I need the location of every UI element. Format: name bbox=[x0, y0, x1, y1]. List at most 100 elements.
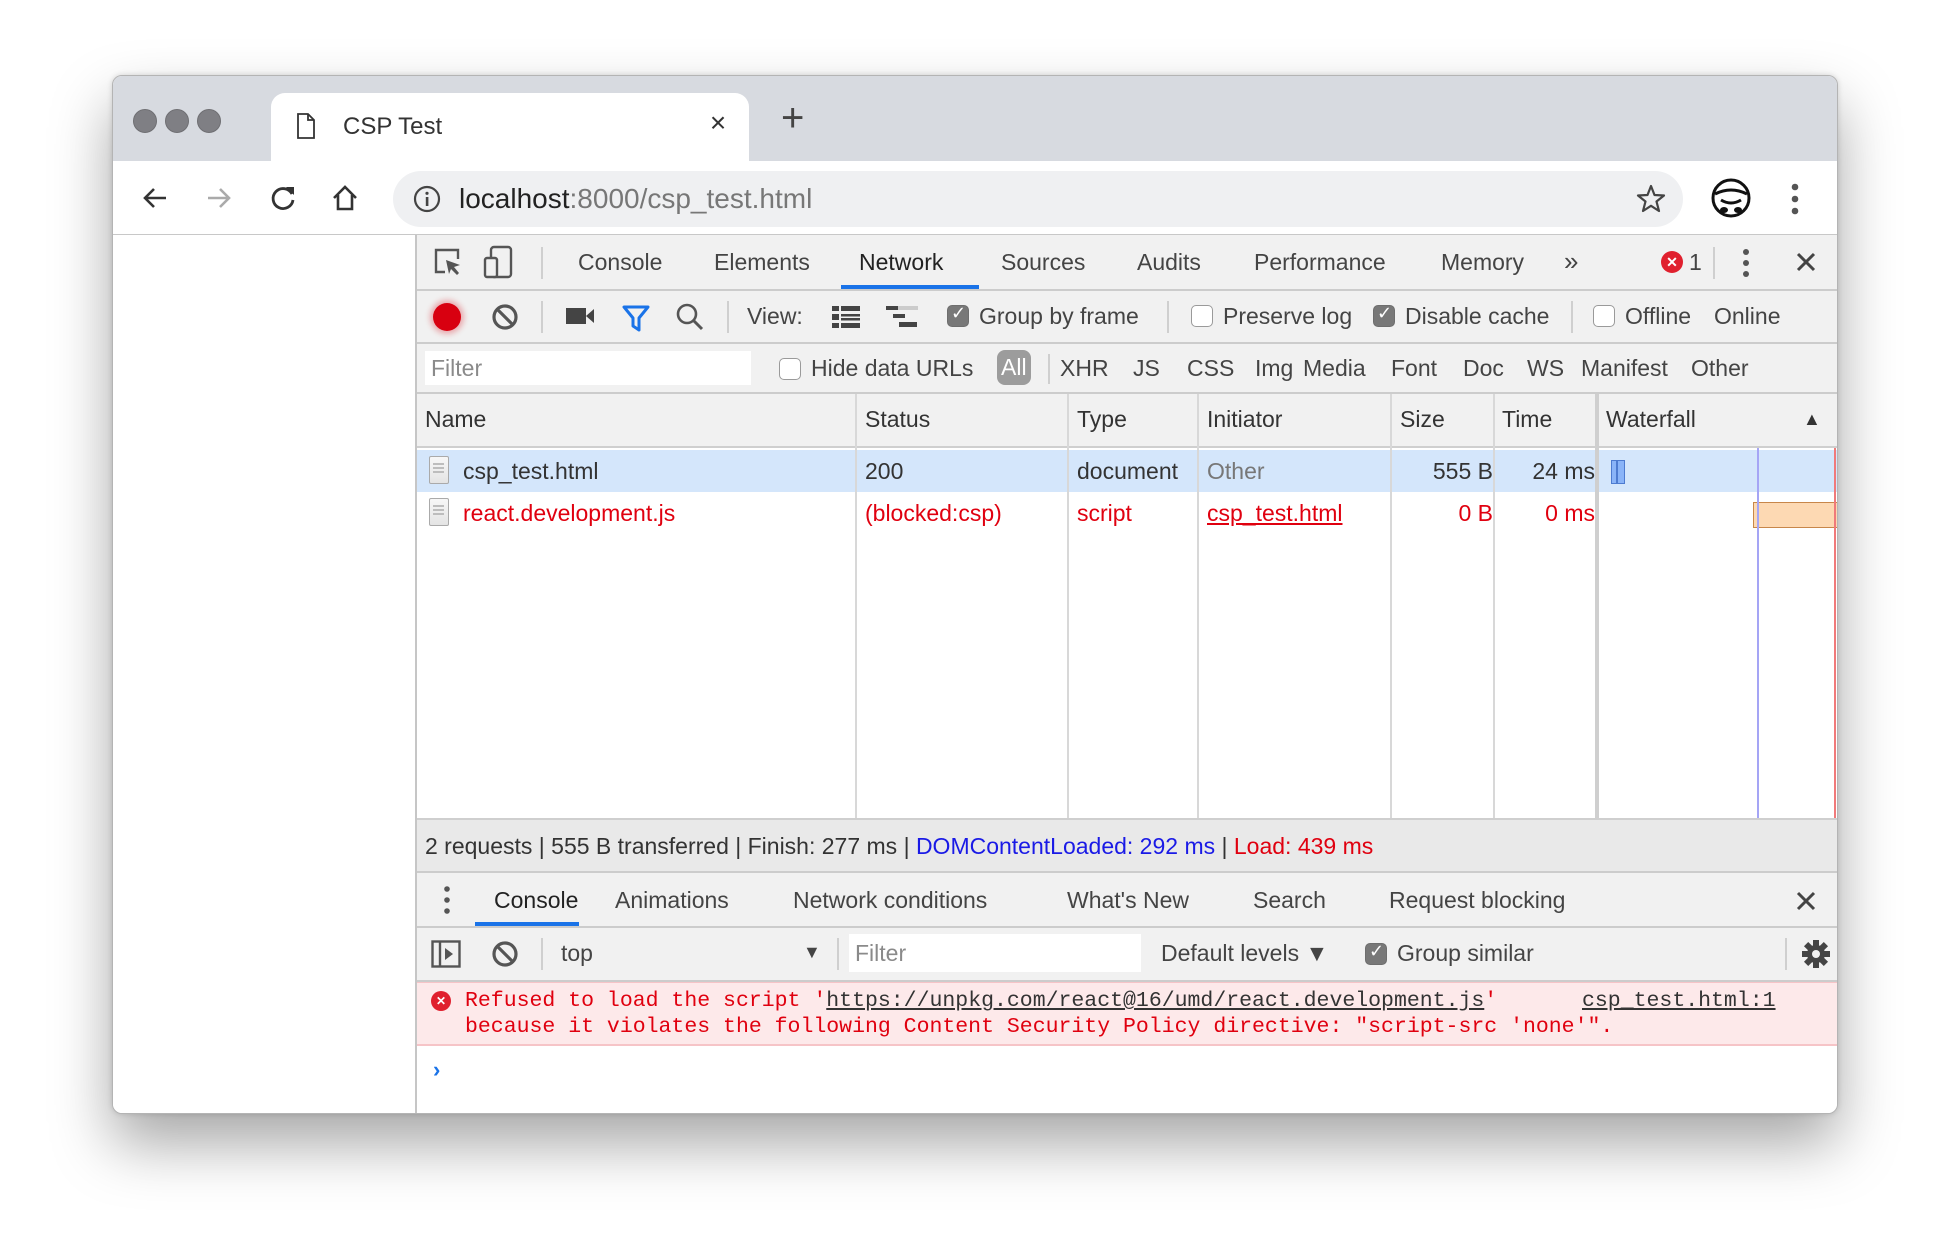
type-filter-all[interactable]: All bbox=[997, 350, 1031, 385]
drawer-tab-bar: Console Animations Network conditions Wh… bbox=[417, 873, 1837, 928]
type-filter-media[interactable]: Media bbox=[1303, 355, 1366, 382]
browser-tab[interactable]: CSP Test × bbox=[271, 93, 749, 163]
console-settings-icon[interactable] bbox=[1801, 939, 1831, 969]
blocked-script-url[interactable]: https://unpkg.com/react@16/umd/react.dev… bbox=[826, 989, 1484, 1013]
error-count-icon[interactable]: ✕ bbox=[1661, 251, 1683, 273]
table-row[interactable]: react.development.js (blocked:csp) scrip… bbox=[417, 492, 1837, 534]
minimize-window-button[interactable] bbox=[165, 109, 189, 133]
inspect-element-button[interactable] bbox=[433, 247, 463, 277]
column-header-waterfall[interactable]: Waterfall bbox=[1606, 406, 1696, 433]
column-header-type[interactable]: Type bbox=[1077, 406, 1127, 433]
column-header-time[interactable]: Time bbox=[1502, 406, 1552, 433]
info-icon[interactable] bbox=[413, 185, 441, 213]
view-label: View: bbox=[747, 303, 803, 329]
tab-performance[interactable]: Performance bbox=[1254, 249, 1386, 276]
log-levels-dropdown[interactable]: Default levels ▼ bbox=[1161, 940, 1328, 967]
offline-checkbox[interactable] bbox=[1593, 305, 1615, 327]
type-filter-doc[interactable]: Doc bbox=[1463, 355, 1504, 382]
error-source-link[interactable]: csp_test.html:1 bbox=[1582, 989, 1776, 1013]
drawer-tab-whats-new[interactable]: What's New bbox=[1067, 887, 1189, 914]
large-rows-icon[interactable] bbox=[831, 305, 861, 329]
drawer-tab-animations[interactable]: Animations bbox=[615, 887, 729, 914]
column-divider[interactable] bbox=[1390, 394, 1392, 818]
column-header-initiator[interactable]: Initiator bbox=[1207, 406, 1282, 433]
more-tabs-button[interactable]: » bbox=[1564, 246, 1578, 277]
separator bbox=[541, 247, 543, 279]
network-filter-input[interactable] bbox=[425, 351, 751, 385]
close-drawer-icon[interactable] bbox=[1795, 890, 1817, 912]
clear-icon[interactable] bbox=[491, 303, 519, 331]
drawer-tab-console[interactable]: Console bbox=[494, 887, 578, 914]
tab-console[interactable]: Console bbox=[578, 249, 662, 276]
drawer-menu-icon[interactable] bbox=[443, 885, 451, 915]
address-bar[interactable]: localhost:8000/csp_test.html bbox=[393, 171, 1683, 227]
close-devtools-icon[interactable] bbox=[1795, 251, 1817, 273]
type-filter-css[interactable]: CSS bbox=[1187, 355, 1234, 382]
tab-memory[interactable]: Memory bbox=[1441, 249, 1524, 276]
close-tab-icon[interactable]: × bbox=[703, 107, 733, 139]
request-name[interactable]: react.development.js bbox=[463, 500, 675, 527]
group-similar-checkbox[interactable] bbox=[1365, 941, 1387, 965]
incognito-icon[interactable] bbox=[1709, 178, 1753, 218]
filter-icon[interactable] bbox=[621, 303, 651, 333]
tab-audits[interactable]: Audits bbox=[1137, 249, 1201, 276]
column-divider[interactable] bbox=[1493, 394, 1495, 818]
disable-cache-checkbox[interactable] bbox=[1373, 303, 1395, 327]
type-filter-ws[interactable]: WS bbox=[1527, 355, 1564, 382]
offline-label: Offline bbox=[1625, 303, 1692, 329]
error-icon: ✕ bbox=[431, 991, 451, 1011]
context-dropdown-icon[interactable]: ▼ bbox=[803, 942, 821, 963]
table-row[interactable]: csp_test.html 200 document Other 555 B 2… bbox=[417, 450, 1837, 492]
maximize-window-button[interactable] bbox=[197, 109, 221, 133]
back-button[interactable] bbox=[135, 178, 175, 218]
column-divider[interactable] bbox=[1067, 394, 1069, 818]
error-count[interactable]: 1 bbox=[1689, 249, 1702, 276]
drawer-tab-search[interactable]: Search bbox=[1253, 887, 1326, 914]
throttling-select[interactable]: Online bbox=[1714, 303, 1780, 330]
type-filter-img[interactable]: Img bbox=[1255, 355, 1293, 382]
close-window-button[interactable] bbox=[133, 109, 157, 133]
request-name[interactable]: csp_test.html bbox=[463, 458, 599, 485]
star-icon[interactable] bbox=[1635, 183, 1667, 215]
preserve-log-checkbox[interactable] bbox=[1191, 305, 1213, 327]
device-toolbar-button[interactable] bbox=[483, 245, 513, 279]
drawer-tab-network-conditions[interactable]: Network conditions bbox=[793, 887, 987, 914]
preserve-log-label: Preserve log bbox=[1223, 303, 1353, 329]
column-header-size[interactable]: Size bbox=[1400, 406, 1445, 433]
request-initiator-link[interactable]: csp_test.html bbox=[1207, 500, 1343, 527]
url-text: localhost:8000/csp_test.html bbox=[459, 183, 813, 214]
column-header-name[interactable]: Name bbox=[425, 406, 486, 433]
context-selector[interactable]: top bbox=[561, 940, 593, 967]
forward-button[interactable] bbox=[199, 178, 239, 218]
sort-ascending-icon[interactable]: ▲ bbox=[1803, 409, 1821, 430]
type-filter-xhr[interactable]: XHR bbox=[1060, 355, 1109, 382]
tab-network[interactable]: Network bbox=[859, 249, 943, 276]
sidebar-toggle-icon[interactable] bbox=[431, 940, 461, 968]
group-by-frame-checkbox[interactable] bbox=[947, 303, 969, 327]
clear-console-icon[interactable] bbox=[491, 940, 519, 968]
column-divider[interactable] bbox=[1595, 394, 1599, 818]
type-filter-font[interactable]: Font bbox=[1391, 355, 1437, 382]
search-icon[interactable] bbox=[675, 302, 705, 332]
hide-data-urls-checkbox[interactable] bbox=[779, 358, 801, 380]
tab-elements[interactable]: Elements bbox=[714, 249, 810, 276]
tab-sources[interactable]: Sources bbox=[1001, 249, 1085, 276]
devtools-menu-icon[interactable] bbox=[1741, 247, 1751, 279]
type-filter-manifest[interactable]: Manifest bbox=[1581, 355, 1668, 382]
home-button[interactable] bbox=[325, 178, 365, 218]
screenshot-capture-icon[interactable] bbox=[565, 305, 595, 327]
overview-icon[interactable] bbox=[885, 305, 919, 329]
reload-button[interactable] bbox=[263, 178, 303, 218]
console-filter-input[interactable] bbox=[849, 934, 1141, 972]
column-header-status[interactable]: Status bbox=[865, 406, 930, 433]
type-filter-js[interactable]: JS bbox=[1133, 355, 1160, 382]
column-divider[interactable] bbox=[1197, 394, 1199, 818]
drawer-tab-request-blocking[interactable]: Request blocking bbox=[1389, 887, 1565, 914]
separator bbox=[1785, 938, 1787, 970]
menu-icon[interactable] bbox=[1789, 181, 1801, 217]
new-tab-button[interactable]: + bbox=[781, 98, 804, 138]
column-divider[interactable] bbox=[855, 394, 857, 818]
console-prompt[interactable]: › bbox=[433, 1057, 440, 1083]
type-filter-other[interactable]: Other bbox=[1691, 355, 1749, 382]
record-button[interactable] bbox=[433, 303, 461, 331]
